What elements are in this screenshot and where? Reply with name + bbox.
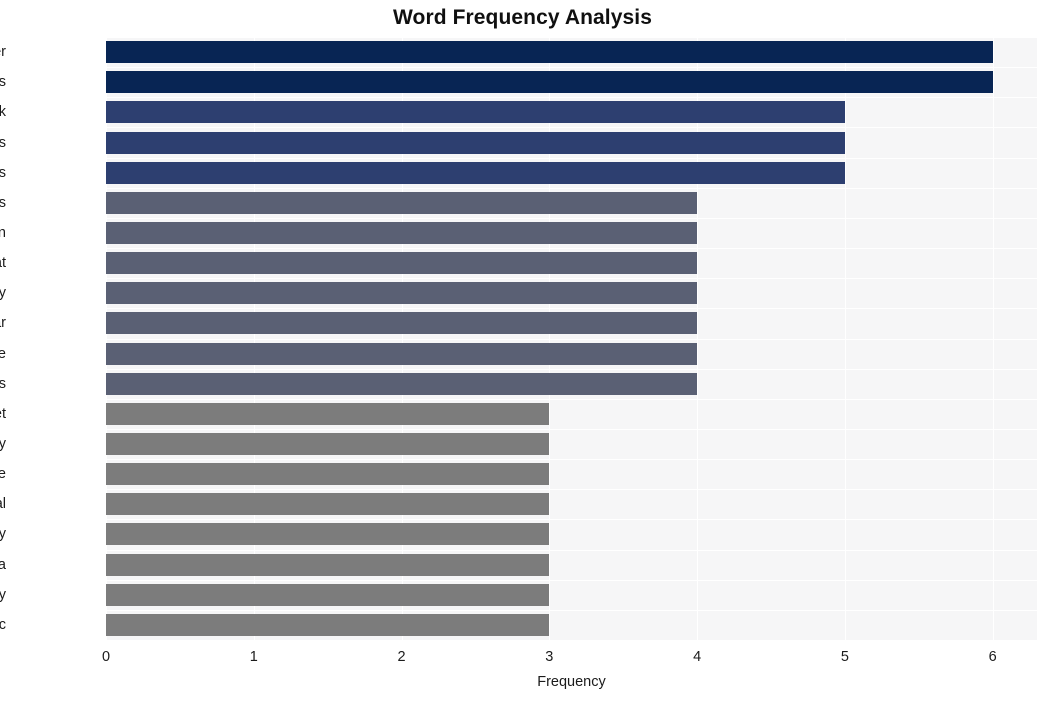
x-axis-tick-label: 0 [101, 649, 111, 665]
bar [106, 252, 698, 275]
horizontal-gridline [106, 519, 1037, 520]
horizontal-gridline [106, 459, 1037, 460]
horizontal-gridline [106, 248, 1037, 249]
chart-title: Word Frequency Analysis [392, 6, 653, 29]
x-axis-tick-label: 4 [693, 649, 702, 665]
bar [106, 312, 698, 335]
horizontal-gridline [106, 37, 1037, 38]
bar [106, 523, 550, 546]
bar [106, 553, 550, 576]
horizontal-gridline [106, 218, 1037, 219]
horizontal-gridline [106, 127, 1037, 128]
bar [106, 583, 550, 606]
bar [106, 71, 993, 94]
x-axis-tick-label: 1 [249, 649, 258, 665]
y-axis-tick-label: nsa [0, 556, 6, 573]
y-axis-tick-label: advisory [0, 436, 6, 453]
horizontal-gridline [106, 550, 1037, 551]
horizontal-gridline [106, 188, 1037, 189]
y-axis-tick-label: fancy [0, 285, 6, 302]
horizontal-gridline [106, 640, 1037, 641]
bar [106, 372, 698, 395]
y-axis-tick-label: bear [0, 315, 6, 332]
y-axis-tick-label: threat [0, 255, 6, 272]
x-axis-tick-label: 3 [545, 649, 554, 665]
y-axis-tick-label: russian [0, 224, 6, 241]
y-axis-tick-label: cyber [0, 44, 6, 61]
bar [106, 613, 550, 636]
word-frequency-chart-figure: Word Frequency Analysis cyber credentials… [0, 0, 1045, 701]
horizontal-gridline [106, 489, 1037, 490]
y-axis-tick-label: compromise [0, 345, 6, 362]
x-axis-tick-label: 6 [988, 649, 997, 665]
horizontal-gridline [106, 399, 1037, 400]
bar [106, 402, 550, 425]
y-axis-tick-label: devices [0, 134, 6, 151]
horizontal-gridline [106, 67, 1037, 68]
bar [106, 493, 550, 516]
y-axis-tick-label: users [0, 194, 6, 211]
horizontal-gridline [106, 610, 1037, 611]
y-axis-tick-label: include [0, 466, 6, 483]
bar [106, 282, 698, 305]
horizontal-gridline [106, 369, 1037, 370]
horizontal-gridline [106, 308, 1037, 309]
y-axis-tick-label: proxy [0, 586, 6, 603]
horizontal-gridline [106, 97, 1037, 98]
horizontal-gridline [106, 339, 1037, 340]
x-axis-title: Frequency [537, 674, 606, 690]
bar [106, 131, 845, 154]
plot-area [106, 37, 1037, 641]
horizontal-gridline [106, 429, 1037, 430]
bar [106, 101, 845, 124]
bar [106, 221, 698, 244]
bar [106, 161, 845, 184]
horizontal-gridline [106, 278, 1037, 279]
bar [106, 41, 993, 64]
y-axis-tick-label: routers [0, 164, 6, 181]
y-axis-tick-label: target [0, 405, 6, 422]
x-axis-tick-label: 2 [397, 649, 406, 665]
bar [106, 191, 698, 214]
x-axis-tick-label: 5 [840, 649, 849, 665]
bar [106, 342, 698, 365]
horizontal-gridline [106, 158, 1037, 159]
y-axis-tick-label: security [0, 526, 6, 543]
y-axis-tick-label: edgerouters [0, 375, 6, 392]
y-axis-tick-label: national [0, 496, 6, 513]
y-axis-tick-label: credentials [0, 74, 6, 91]
y-axis-tick-label: traffic [0, 616, 6, 633]
y-axis-tick-label: network [0, 104, 6, 121]
bar [106, 463, 550, 486]
horizontal-gridline [106, 580, 1037, 581]
bar [106, 433, 550, 456]
